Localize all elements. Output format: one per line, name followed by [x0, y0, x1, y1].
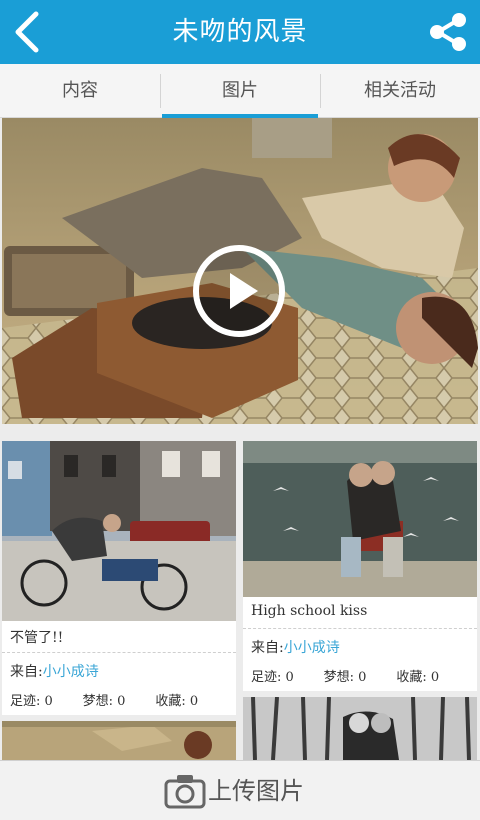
tab-images[interactable]: 图片 [160, 64, 320, 118]
footprints-count: 足迹: 0 [10, 694, 53, 709]
tab-related-activities[interactable]: 相关活动 [320, 64, 480, 117]
favorites-count: 收藏: 0 [155, 694, 199, 709]
card-source: 来自:小小成诗 [10, 661, 99, 681]
image-card[interactable]: High school kiss 来自:小小成诗 足迹: 0 梦想: 0 收藏:… [243, 441, 477, 691]
author-link[interactable]: 小小成诗 [284, 640, 340, 656]
card-stats: 足迹: 0 梦想: 0 收藏: 0 [251, 666, 469, 685]
thoughts-count: 梦想: 0 [82, 694, 126, 709]
source-label: 来自: [251, 640, 284, 656]
upload-image-label: 上传图片 [208, 777, 304, 805]
image-card[interactable] [2, 721, 236, 760]
image-card[interactable] [243, 697, 477, 760]
favorites-count: 收藏: 0 [396, 670, 440, 685]
card-caption: 不管了!! [10, 630, 64, 646]
card-image [2, 441, 236, 621]
share-icon[interactable] [428, 12, 468, 52]
card-divider [2, 652, 236, 653]
camera-icon [164, 775, 206, 809]
source-label: 来自: [10, 664, 43, 680]
card-divider [243, 628, 477, 629]
tab-bar: 内容 图片 相关活动 [0, 64, 480, 118]
play-icon[interactable] [191, 243, 287, 339]
upload-image-button[interactable]: 上传图片 [0, 760, 480, 820]
card-image [243, 441, 477, 597]
card-source: 来自:小小成诗 [251, 637, 340, 657]
tab-content[interactable]: 内容 [0, 64, 160, 117]
image-card[interactable]: 不管了!! 来自:小小成诗 足迹: 0 梦想: 0 收藏: 0 [2, 441, 236, 715]
author-link[interactable]: 小小成诗 [43, 664, 99, 680]
app-header: 未吻的风景 [0, 0, 480, 64]
page-title: 未吻的风景 [172, 17, 308, 47]
card-caption: High school kiss [251, 603, 368, 619]
thoughts-count: 梦想: 0 [323, 670, 367, 685]
featured-video[interactable] [2, 118, 478, 424]
footprints-count: 足迹: 0 [251, 670, 294, 685]
card-image [243, 697, 477, 760]
card-image [2, 721, 236, 760]
card-stats: 足迹: 0 梦想: 0 收藏: 0 [10, 690, 228, 709]
